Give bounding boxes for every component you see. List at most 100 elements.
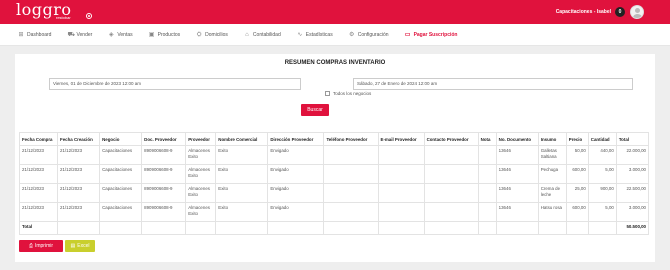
avatar[interactable] [630,5,644,19]
cell: Exito [215,183,269,203]
col-header[interactable]: Dirección Proveedor [267,132,325,146]
cell: 21/12/2023 [57,164,101,184]
cell: Galletas Saltiana [537,145,567,165]
nav-item-dashboard[interactable]: ⊞ Dashboard [18,32,51,38]
col-header[interactable]: Contacto Proveedor [423,132,479,146]
col-header[interactable]: Doc. Proveedor [141,132,187,146]
table-row: 21/12/2023 21/12/2023 Capacitaciones 890… [18,183,650,203]
nav-item-configuracion[interactable]: ⚙ Configuración [349,32,389,38]
nav-item-vender[interactable]: ⛟ Vender [67,32,92,38]
cell: Capacitaciones [99,183,143,203]
cell [477,202,497,222]
table-header-row: Fecha Compra Fecha Creación Negocio Doc.… [18,132,650,146]
cell: 21/12/2023 [18,145,59,165]
cell: 8909006608-9 [141,145,187,165]
cell [423,164,479,184]
cell: 22.000,00 [615,145,650,165]
user-menu[interactable]: Capacitaciones - Isabel 0 [556,5,644,19]
cell [323,145,379,165]
nav-label: Contabilidad [252,31,281,38]
col-header[interactable]: E-mail Proveedor [377,132,425,146]
dashboard-icon: ⊞ [18,31,24,38]
cell [423,145,479,165]
cell: 50,00 [565,145,589,165]
spreadsheet-icon: ▤ [70,243,76,249]
cell: Exito [215,164,269,184]
checkbox-label: Todos los negocios [333,91,372,96]
col-header[interactable]: Negocio [99,132,143,146]
nav-label: Estadísticas [305,31,333,38]
date-to-input[interactable]: Sábado, 27 de Enero de 2024 12:00 am [353,78,633,90]
nav-item-pagar-suscripcion[interactable]: ▭ Pagar Suscripción [405,32,458,38]
col-header[interactable]: Proveedor [185,132,217,146]
checkbox-box[interactable] [325,91,330,96]
notification-badge[interactable]: 0 [615,7,625,17]
cell [477,183,497,203]
cell [377,183,425,203]
col-header[interactable]: Total [615,132,650,146]
nav-label: Vender [76,31,93,38]
main-nav: ⊞ Dashboard ⛟ Vender ◈ Ventas ▣ Productos ⛭ D… [0,24,670,46]
cell: Capacitaciones [99,202,143,222]
all-business-checkbox[interactable]: Todos los negocios [325,91,371,96]
cell: 25,00 [565,183,589,203]
cell [323,164,379,184]
col-header[interactable]: Cantidad [587,132,617,146]
total-value: 50.500,00 [615,221,650,235]
cell [377,145,425,165]
nav-label: Domicilios [205,31,228,38]
cell: 21/12/2023 [57,202,101,222]
cell [587,221,617,235]
col-header[interactable]: Insumo [537,132,567,146]
bank-icon: ⌂ [245,31,249,38]
box-icon: ▣ [148,31,155,38]
col-header[interactable]: Nota [477,132,497,146]
nav-item-domicilios[interactable]: ⛭ Domicilios [196,32,228,38]
excel-button[interactable]: ▤ Excel [65,240,95,252]
nav-item-productos[interactable]: ▣ Productos [148,31,180,38]
cell [185,221,217,235]
search-button[interactable]: Buscar [301,104,329,116]
cell: 13646 [495,145,539,165]
eye-icon[interactable] [86,13,92,19]
print-icon: ⎙ [28,243,33,249]
cell: 8909006608-9 [141,164,187,184]
motorbike-icon: ⛭ [196,31,202,38]
col-header[interactable]: Fecha Compra [18,132,59,146]
date-from-input[interactable]: Viernes, 01 de Diciembre de 2023 12:00 a… [49,78,301,90]
cell: Envigado [267,202,325,222]
col-header[interactable]: Precio [565,132,589,146]
nav-item-estadisticas[interactable]: ∿ Estadísticas [297,31,333,38]
print-label: Imprimir [34,243,54,249]
cell [323,183,379,203]
cell [141,221,187,235]
cell [57,221,101,235]
cell: Almacenes Exito [185,183,217,203]
cell: Capacitaciones [99,145,143,165]
page-title: RESUMEN COMPRAS INVENTARIO [284,60,386,66]
cell: 13646 [495,183,539,203]
nav-label: Pagar Suscripción [413,31,458,38]
cell: Almacenes Exito [185,145,217,165]
col-header[interactable]: No. Documento [495,132,539,146]
col-header[interactable]: Teléfono Proveedor [323,132,379,146]
table-row: 21/12/2023 21/12/2023 Capacitaciones 890… [18,202,650,222]
table-row: 21/12/2023 21/12/2023 Capacitaciones 890… [18,145,650,165]
cell [267,221,325,235]
cell: 13646 [495,164,539,184]
nav-item-ventas[interactable]: ◈ Ventas [108,32,133,38]
col-header[interactable]: Nombre Comercial [215,132,269,146]
cell: 21/12/2023 [18,202,59,222]
nav-label: Configuración [357,31,389,38]
cell: 21/12/2023 [57,145,101,165]
excel-label: Excel [77,243,90,249]
cell: 3.000,00 [615,202,650,222]
cell: Almacenes Exito [185,164,217,184]
print-button[interactable]: ⎙ Imprimir [19,240,63,252]
cell: 600,00 [565,164,589,184]
cell: 5,00 [587,202,617,222]
cell [477,145,497,165]
report-card: RESUMEN COMPRAS INVENTARIO Viernes, 01 d… [15,54,655,262]
nav-item-contabilidad[interactable]: ⌂ Contabilidad [244,32,281,38]
col-header[interactable]: Fecha Creación [57,132,101,146]
